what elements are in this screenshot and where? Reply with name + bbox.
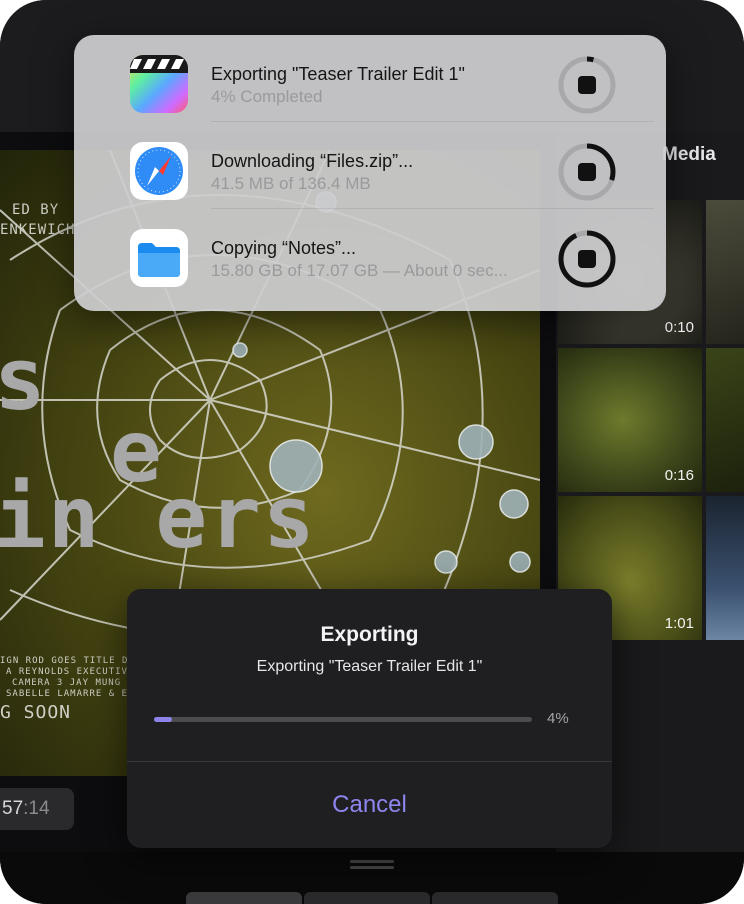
poster-title-line-3: in ers [0, 468, 317, 568]
media-thumbnail[interactable]: 0:16 [558, 348, 702, 492]
progress-title: Exporting "Teaser Trailer Edit 1" [211, 64, 465, 84]
playhead-timecode: 57:14 [0, 788, 74, 830]
progress-subtitle: 15.80 GB of 17.07 GB — About 0 sec... [211, 261, 508, 280]
progress-popover: Exporting "Teaser Trailer Edit 1" 4% Com… [74, 35, 666, 311]
progress-title: Downloading “Files.zip”... [211, 151, 414, 171]
progress-subtitle: 41.5 MB of 136.4 MB [211, 174, 371, 193]
export-progress-fill [154, 717, 172, 722]
progress-row-download[interactable]: Downloading “Files.zip”... 41.5 MB of 13… [74, 122, 666, 209]
media-thumbnail[interactable] [706, 200, 744, 344]
cancel-button[interactable]: Cancel [127, 762, 612, 848]
dialog-message: Exporting "Teaser Trailer Edit 1" [256, 658, 483, 675]
poster-coming-soon: G SOON [0, 702, 72, 723]
thumbnail-duration: 1:01 [664, 615, 694, 632]
stop-progress-button[interactable] [558, 143, 616, 201]
stop-progress-button[interactable] [558, 56, 616, 114]
progress-row-export[interactable]: Exporting "Teaser Trailer Edit 1" 4% Com… [74, 35, 666, 122]
thumbnail-duration: 0:16 [664, 467, 694, 484]
media-thumbnail[interactable] [706, 496, 744, 640]
export-progress-bar [154, 717, 532, 722]
timeline-segment [432, 892, 558, 904]
final-cut-pro-icon [130, 55, 188, 113]
export-progress-percent: 4% [547, 710, 569, 727]
files-icon [130, 229, 188, 287]
dialog-title: Exporting [320, 623, 419, 646]
poster-credit-top: ED BY ENKEWICH [0, 202, 76, 238]
timeline-resize-handle[interactable] [350, 860, 394, 863]
timeline-resize-handle-line [350, 866, 394, 869]
timeline-segment [186, 892, 302, 904]
safari-icon [130, 142, 188, 200]
progress-title: Copying “Notes”... [211, 238, 357, 258]
media-thumbnail[interactable] [706, 348, 744, 492]
media-tab-label[interactable]: Media [662, 144, 716, 166]
progress-subtitle: 4% Completed [211, 87, 323, 106]
export-dialog: Exporting Exporting "Teaser Trailer Edit… [127, 589, 612, 848]
thumbnail-duration: 0:10 [664, 319, 694, 336]
poster-title-line-1: s [0, 330, 48, 430]
stop-progress-button[interactable] [558, 230, 616, 288]
progress-row-copy[interactable]: Copying “Notes”... 15.80 GB of 17.07 GB … [74, 209, 666, 296]
timeline-segment [304, 892, 430, 904]
